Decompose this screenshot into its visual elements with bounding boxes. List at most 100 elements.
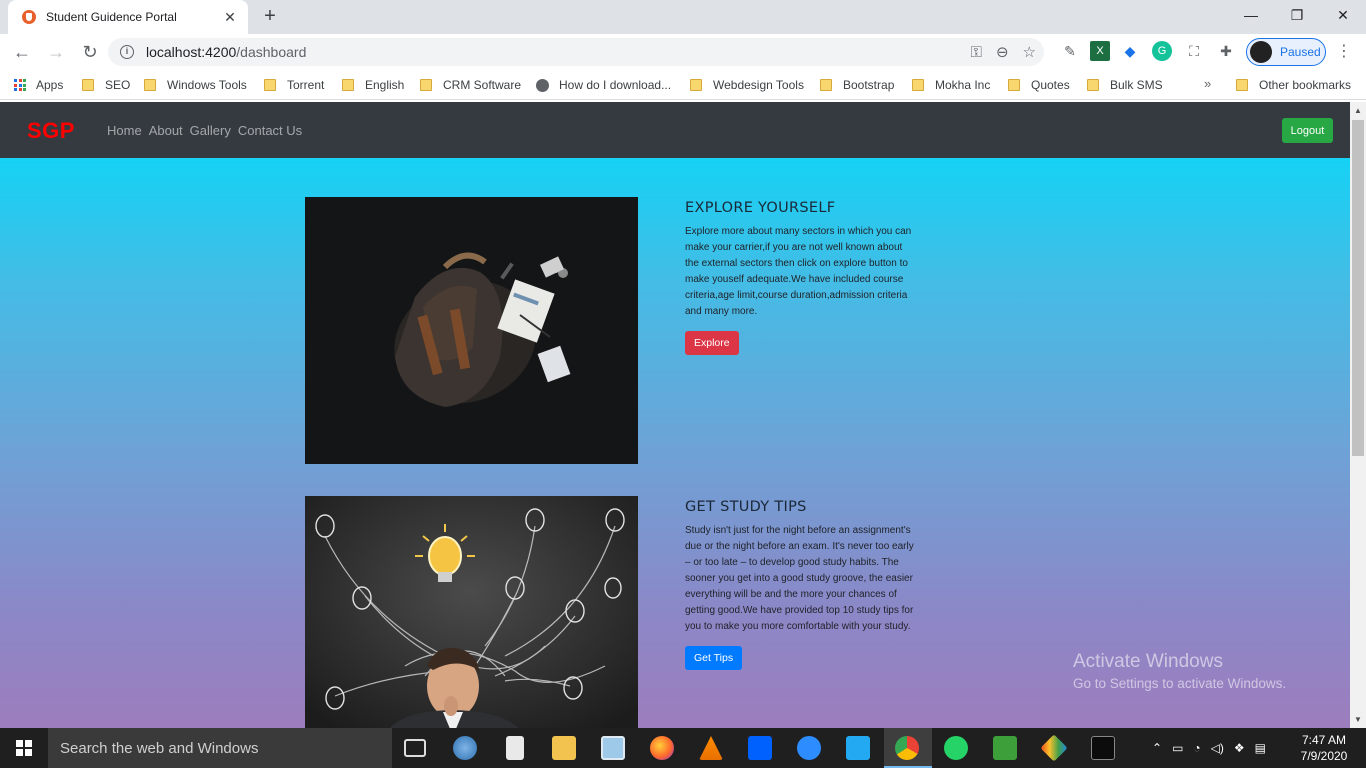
- clock-time: 7:47 AM: [1301, 733, 1347, 747]
- site-info-icon[interactable]: i: [120, 45, 134, 59]
- nav-link-about[interactable]: About: [149, 123, 183, 138]
- windows-taskbar: Search the web and Windows ⌃ ▭ ◔ ◁) ❖ ▤ …: [0, 728, 1366, 768]
- extension-grammarly-icon[interactable]: G: [1152, 41, 1172, 61]
- bookmark-other-bookmarks[interactable]: Other bookmarks: [1236, 76, 1351, 94]
- address-url[interactable]: localhost:4200/dashboard: [146, 44, 306, 60]
- bookmark-apps[interactable]: Apps: [14, 76, 63, 94]
- start-button[interactable]: [0, 728, 48, 768]
- paint-icon[interactable]: [453, 736, 477, 760]
- extension-screenshot-icon[interactable]: ⛶: [1184, 41, 1204, 61]
- folder-icon: [690, 79, 702, 91]
- page-viewport: SGP Home About Gallery Contact Us Logout: [0, 102, 1350, 728]
- volume-icon[interactable]: ◁): [1211, 741, 1224, 755]
- bookmark-label: Windows Tools: [167, 78, 247, 92]
- bookmark-crm-software[interactable]: CRM Software: [420, 76, 521, 94]
- extension-diamond-icon[interactable]: ◆: [1120, 41, 1140, 61]
- back-button[interactable]: ←: [6, 36, 38, 68]
- study-tips-description: Study isn't just for the night before an…: [685, 525, 914, 632]
- bookmarks-overflow-icon[interactable]: »: [1204, 76, 1211, 91]
- browser-toolbar: ← → ↻ i localhost:4200/dashboard ⚿ ⊖ ☆ ✎…: [0, 34, 1366, 70]
- bookmark-english[interactable]: English: [342, 76, 404, 94]
- calculator-icon[interactable]: [506, 736, 524, 760]
- study-tips-title: GET STUDY TIPS: [685, 499, 807, 515]
- git-icon[interactable]: [1040, 734, 1068, 762]
- dropbox-tray-icon[interactable]: ❖: [1234, 741, 1245, 755]
- window-restore-button[interactable]: ❐: [1274, 0, 1320, 30]
- address-bar[interactable]: i localhost:4200/dashboard ⚿ ⊖ ☆: [108, 38, 1044, 66]
- logout-button[interactable]: Logout: [1282, 118, 1333, 143]
- nav-link-gallery[interactable]: Gallery: [190, 123, 231, 138]
- scroll-down-icon[interactable]: ▼: [1354, 715, 1362, 724]
- forward-button[interactable]: →: [40, 36, 72, 68]
- scroll-up-icon[interactable]: ▲: [1354, 106, 1362, 115]
- taskbar-search-placeholder: Search the web and Windows: [60, 739, 259, 757]
- bookmark-windows-tools[interactable]: Windows Tools: [144, 76, 247, 94]
- firefox-icon[interactable]: [650, 736, 674, 760]
- extension-excel-icon[interactable]: X: [1090, 41, 1110, 61]
- nav-link-contact-us[interactable]: Contact Us: [238, 123, 302, 138]
- bookmark-label: Bulk SMS: [1110, 78, 1163, 92]
- extensions-puzzle-icon[interactable]: ✚: [1216, 41, 1236, 61]
- get-tips-button[interactable]: Get Tips: [685, 646, 743, 670]
- battery-icon[interactable]: ▭: [1172, 741, 1183, 755]
- page-scrollbar[interactable]: ▲ ▼: [1350, 102, 1366, 728]
- key-icon[interactable]: ⚿: [971, 44, 982, 61]
- bookmark-how-do-i-download[interactable]: How do I download...: [536, 76, 671, 94]
- tab-title: Student Guidence Portal: [46, 10, 177, 24]
- bookmark-label: How do I download...: [559, 78, 672, 92]
- terminal-icon[interactable]: [1091, 736, 1115, 760]
- taskbar-search[interactable]: Search the web and Windows: [48, 728, 392, 768]
- url-host: localhost:4200: [146, 44, 237, 60]
- bookmark-bootstrap[interactable]: Bootstrap: [820, 76, 894, 94]
- taskbar-clock[interactable]: 7:47 AM 7/9/2020: [1296, 732, 1352, 764]
- bookmark-torrent[interactable]: Torrent: [264, 76, 324, 94]
- profile-button[interactable]: Paused: [1246, 38, 1326, 66]
- folder-icon: [1236, 79, 1248, 91]
- task-view-icon[interactable]: [404, 739, 426, 757]
- remote-desktop-icon[interactable]: [601, 736, 625, 760]
- whatsapp-icon[interactable]: [944, 736, 968, 760]
- tab-close-icon[interactable]: ✕: [222, 9, 238, 26]
- site-brand[interactable]: SGP: [27, 118, 75, 144]
- reload-button[interactable]: ↻: [74, 36, 106, 68]
- folder-icon: [420, 79, 432, 91]
- bookmark-label: Quotes: [1031, 78, 1070, 92]
- site-navbar: SGP Home About Gallery Contact Us Logout: [0, 102, 1350, 158]
- wifi-icon[interactable]: ◔: [1193, 741, 1200, 755]
- bookmark-label: Apps: [36, 78, 64, 92]
- zoom-icon[interactable]: ⊖: [996, 43, 1009, 61]
- chrome-icon[interactable]: [895, 736, 919, 760]
- vscode-icon[interactable]: [846, 736, 870, 760]
- tray-overflow-icon[interactable]: ⌃: [1152, 741, 1162, 755]
- bookmark-mokha-inc[interactable]: Mokha Inc: [912, 76, 990, 94]
- bookmark-star-icon[interactable]: ☆: [1023, 43, 1036, 61]
- browser-tab[interactable]: Student Guidence Portal ✕: [8, 0, 248, 34]
- url-path: /dashboard: [236, 44, 307, 60]
- notifications-icon[interactable]: ▤: [1255, 741, 1266, 755]
- file-explorer-icon[interactable]: [552, 736, 576, 760]
- dropbox-icon[interactable]: [748, 736, 772, 760]
- study-tips-section: GET STUDY TIPS Study isn't just for the …: [685, 499, 915, 670]
- bookmark-seo[interactable]: SEO: [82, 76, 130, 94]
- task-manager-icon[interactable]: [993, 736, 1017, 760]
- profile-status: Paused: [1280, 45, 1321, 59]
- watermark-title: Activate Windows: [1073, 651, 1223, 672]
- browser-menu-icon[interactable]: ⋮: [1336, 42, 1352, 62]
- bookmark-bulk-sms[interactable]: Bulk SMS: [1087, 76, 1163, 94]
- bookmark-quotes[interactable]: Quotes: [1008, 76, 1070, 94]
- window-minimize-button[interactable]: —: [1228, 0, 1274, 30]
- bookmarks-bar: Apps SEO Windows Tools Torrent English C…: [0, 70, 1366, 100]
- new-tab-button[interactable]: +: [260, 6, 280, 26]
- bookmark-label: Bootstrap: [843, 78, 895, 92]
- folder-icon: [342, 79, 354, 91]
- explore-button[interactable]: Explore: [685, 331, 739, 355]
- bookmark-webdesign-tools[interactable]: Webdesign Tools: [690, 76, 804, 94]
- vlc-icon[interactable]: [699, 736, 723, 760]
- extension-eyedropper-icon[interactable]: ✎: [1060, 41, 1080, 61]
- backpack-flatlay-image: [305, 197, 638, 464]
- zoom-app-icon[interactable]: [797, 736, 821, 760]
- window-close-button[interactable]: ✕: [1320, 0, 1366, 30]
- scrollbar-thumb[interactable]: [1352, 120, 1364, 456]
- profile-avatar: [1250, 41, 1272, 63]
- nav-link-home[interactable]: Home: [107, 123, 142, 138]
